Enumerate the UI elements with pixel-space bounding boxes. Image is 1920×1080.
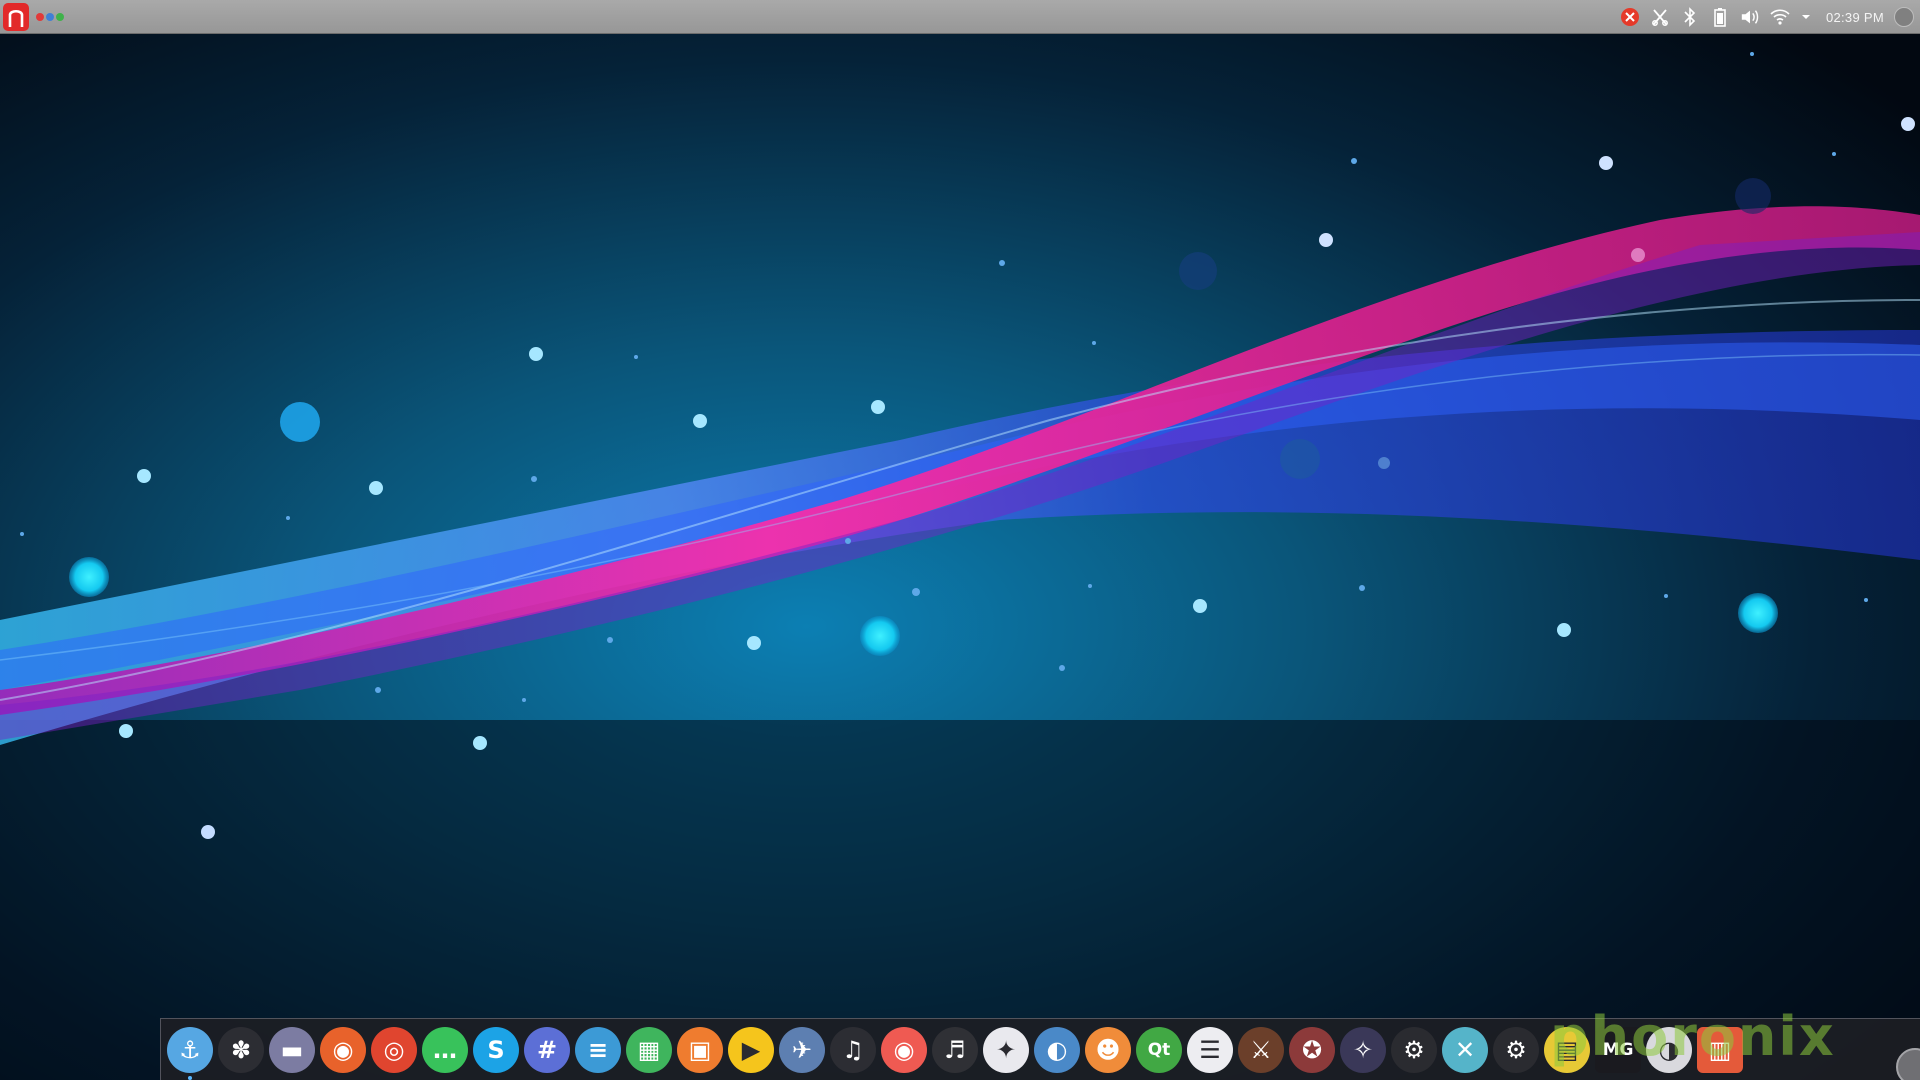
dock-item-blender[interactable]: ◐ [1034,1026,1080,1073]
eclipse-icon: ☰ [1199,1035,1221,1064]
dock-item-satellite[interactable]: ✦ [983,1026,1029,1073]
dock-item-emulator-mg[interactable]: MG [1595,1026,1641,1073]
plane-app-icon: ✈ [791,1035,813,1064]
desktop[interactable]: 02:39 PM ⚓ ✽ ▬ ◉ ◎ … S # ≡ ▦ ▣ ▶ ✈ ♫ ◉ ♬ ✦ ◐ ☻ Qt ☰ ⚔ ✪ ✧ ⚙ ✕ ⚙ ▤ MG… [0,0,1920,1080]
battery-icon[interactable] [1710,7,1730,27]
trash-icon: ▥ [1708,1035,1732,1064]
dock-item-spreadsheet[interactable]: ▦ [626,1026,672,1073]
game-warrior-icon: ⚔ [1250,1035,1272,1064]
dock-item-firefox[interactable]: ◉ [320,1026,366,1073]
dock-item-trash[interactable]: ▥ [1697,1026,1743,1073]
red-shield-update-icon[interactable] [1620,7,1640,27]
media-player-icon: ▶ [741,1035,761,1064]
gimp-icon: ☻ [1095,1035,1121,1064]
dock-item-game-hero[interactable]: ✪ [1289,1026,1335,1073]
window-controls [36,13,64,21]
record-icon: ◉ [893,1035,915,1064]
anchor-icon: ⚓ [179,1035,201,1064]
dock-item-eclipse[interactable]: ☰ [1187,1026,1233,1073]
dock-item-files[interactable]: ▬ [269,1026,315,1073]
hashtag-chat-icon: # [536,1035,558,1064]
scissors-icon[interactable] [1650,7,1670,27]
spreadsheet-icon: ▦ [637,1035,661,1064]
steam-1-icon: ⚙ [1403,1035,1425,1064]
firefox-icon: ◉ [332,1035,354,1064]
dock: ⚓ ✽ ▬ ◉ ◎ … S # ≡ ▦ ▣ ▶ ✈ ♫ ◉ ♬ ✦ ◐ ☻ Qt ☰ ⚔ ✪ ✧ ⚙ ✕ ⚙ ▤ MG ◑ ▥ [160,1018,1920,1080]
dock-item-plane-app[interactable]: ✈ [779,1026,825,1073]
dock-item-presentation[interactable]: ▣ [677,1026,723,1073]
dock-item-flower-system[interactable]: ✽ [218,1026,264,1073]
dock-item-document-writer[interactable]: ≡ [575,1026,621,1073]
dock-item-media-player[interactable]: ▶ [728,1026,774,1073]
chevron-down-icon[interactable] [1800,7,1812,27]
files-icon: ▬ [280,1035,304,1064]
crossed-app-icon: ✕ [1454,1035,1476,1064]
dock-item-skype[interactable]: S [473,1026,519,1073]
dock-item-steam-2[interactable]: ⚙ [1493,1026,1539,1073]
dock-item-messaging[interactable]: … [422,1026,468,1073]
music-note-icon: ♫ [842,1035,864,1064]
system-tray: 02:39 PM [1620,0,1914,34]
steam-2-icon: ⚙ [1505,1035,1527,1064]
dock-item-qt-creator[interactable]: Qt [1136,1026,1182,1073]
dock-item-crossed-app[interactable]: ✕ [1442,1026,1488,1073]
presentation-icon: ▣ [688,1035,712,1064]
window-maximize-dot[interactable] [56,13,64,21]
top-panel: 02:39 PM [0,0,1920,34]
wifi-icon[interactable] [1770,7,1790,27]
clock[interactable]: 02:39 PM [1826,10,1884,25]
dock-item-toggle-app[interactable]: ◑ [1646,1026,1692,1073]
running-indicator [188,1075,192,1080]
dock-item-retro-console[interactable]: ▤ [1544,1026,1590,1073]
toggle-app-icon: ◑ [1658,1035,1680,1064]
game-hero-icon: ✪ [1301,1035,1323,1064]
chrome-icon: ◎ [383,1035,405,1064]
dock-item-headphones[interactable]: ♬ [932,1026,978,1073]
window-minimize-dot[interactable] [46,13,54,21]
dock-item-steam-1[interactable]: ⚙ [1391,1026,1437,1073]
red-arch-launcher-icon [8,9,24,27]
dock-item-anchor[interactable]: ⚓ [167,1026,213,1080]
dock-item-game-warrior[interactable]: ⚔ [1238,1026,1284,1073]
dock-item-hashtag-chat[interactable]: # [524,1026,570,1073]
wallpaper [0,0,1920,1080]
headphones-icon: ♬ [944,1035,966,1064]
blender-icon: ◐ [1046,1035,1068,1064]
game-champion-icon: ✧ [1352,1035,1374,1064]
bluetooth-icon[interactable] [1680,7,1700,27]
dock-item-music-note[interactable]: ♫ [830,1026,876,1073]
satellite-icon: ✦ [995,1035,1017,1064]
messaging-icon: … [433,1035,457,1064]
flower-system-icon: ✽ [230,1035,252,1064]
qt-creator-icon: Qt [1147,1039,1171,1060]
panel-corner-button[interactable] [1894,7,1914,27]
dock-item-game-champion[interactable]: ✧ [1340,1026,1386,1073]
dock-item-gimp[interactable]: ☻ [1085,1026,1131,1073]
skype-icon: S [487,1035,505,1064]
emulator-mg-icon: MG [1602,1039,1634,1060]
window-close-dot[interactable] [36,13,44,21]
app-menu-button[interactable] [3,3,29,31]
volume-icon[interactable] [1740,7,1760,27]
dock-item-chrome[interactable]: ◎ [371,1026,417,1073]
dock-item-record[interactable]: ◉ [881,1026,927,1073]
document-writer-icon: ≡ [587,1035,609,1064]
retro-console-icon: ▤ [1555,1035,1579,1064]
